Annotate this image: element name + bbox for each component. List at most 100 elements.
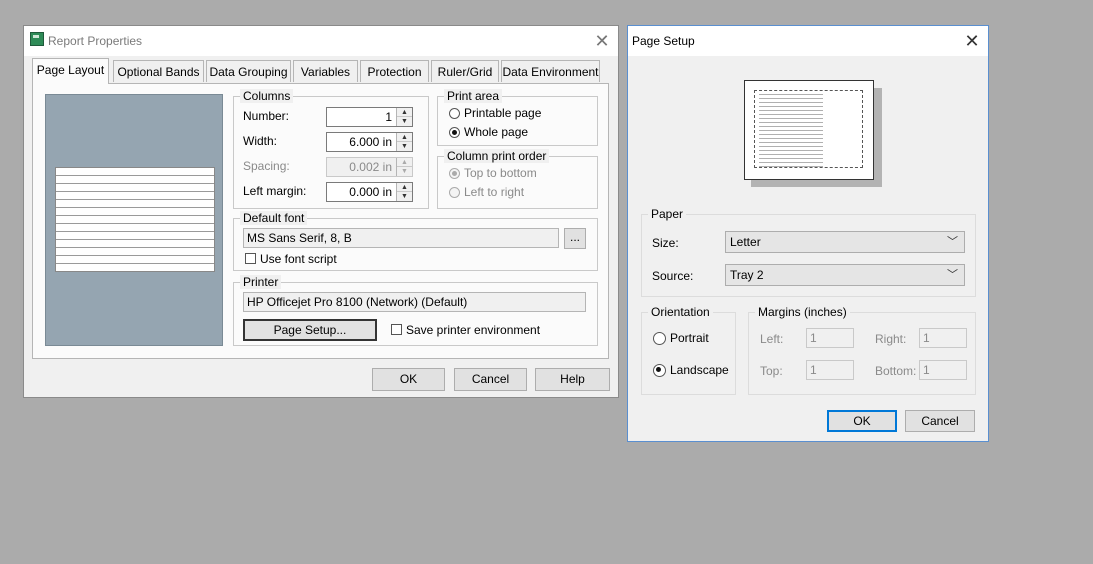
right-margin-field: 1: [919, 328, 967, 348]
right-margin-value: 1: [923, 331, 930, 345]
print-area-group: Print area Printable page Whole page: [437, 89, 598, 146]
portrait-radio[interactable]: [653, 332, 666, 345]
spacing-spinbox: 0.002 in ▲ ▼: [326, 157, 413, 177]
use-font-script-checkbox[interactable]: [245, 253, 256, 264]
size-label: Size:: [652, 236, 679, 250]
printable-page-label[interactable]: Printable page: [464, 106, 541, 120]
spin-up-icon: ▲: [397, 158, 412, 167]
cancel-button[interactable]: Cancel: [454, 368, 527, 391]
columns-group: Columns Number: 1 ▲ ▼ Width: 6.000 in ▲ ▼ …: [233, 89, 429, 209]
spin-down-icon: ▼: [401, 168, 408, 175]
top-to-bottom-label: Top to bottom: [464, 166, 537, 180]
source-label: Source:: [652, 269, 694, 283]
left-margin-field: 1: [806, 328, 854, 348]
ok-button[interactable]: OK: [372, 368, 445, 391]
spacing-spin: ▲ ▼: [396, 158, 412, 176]
width-spin: ▲ ▼: [396, 133, 412, 151]
app-icon: [30, 32, 44, 46]
landscape-label[interactable]: Landscape: [670, 363, 729, 377]
save-printer-env-label[interactable]: Save printer environment: [406, 323, 540, 337]
number-spin: ▲ ▼: [396, 108, 412, 126]
width-value: 6.000 in: [349, 135, 392, 149]
report-properties-dialog: Report Properties ✕ Page Layout Optional…: [23, 25, 619, 398]
left-to-right-label: Left to right: [464, 185, 525, 199]
width-spinbox[interactable]: 6.000 in ▲ ▼: [326, 132, 413, 152]
source-select[interactable]: Tray 2 ﹀: [725, 264, 965, 286]
spin-up-icon[interactable]: ▲: [397, 183, 412, 192]
size-select[interactable]: Letter ﹀: [725, 231, 965, 253]
printer-field: HP Officejet Pro 8100 (Network) (Default…: [243, 292, 586, 312]
preview-page: [55, 167, 215, 272]
tab-data-grouping[interactable]: Data Grouping: [206, 60, 291, 82]
dialog-title: Report Properties: [48, 34, 143, 48]
print-area-legend: Print area: [444, 89, 503, 103]
right-margin-label: Right:: [875, 332, 907, 346]
bottom-margin-label: Bottom:: [875, 364, 917, 378]
whole-page-radio[interactable]: [449, 127, 460, 138]
left-margin-value: 1: [810, 331, 817, 345]
left-to-right-radio: [449, 187, 460, 198]
margins-group: Margins (inches) Left: 1 Right: 1 Top: 1…: [748, 305, 976, 395]
chevron-down-icon: ﹀: [947, 236, 958, 248]
paper-group: Paper Size: Letter ﹀ Source: Tray 2 ﹀: [641, 207, 976, 297]
spin-up-icon[interactable]: ▲: [397, 108, 412, 117]
printable-page-radio[interactable]: [449, 108, 460, 119]
spacing-value: 0.002 in: [349, 160, 392, 174]
bottom-margin-field: 1: [919, 360, 967, 380]
left-margin-value: 0.000 in: [349, 185, 392, 199]
portrait-label[interactable]: Portrait: [670, 331, 709, 345]
top-to-bottom-radio: [449, 168, 460, 179]
default-font-value: MS Sans Serif, 8, B: [247, 231, 352, 245]
tab-ruler-grid[interactable]: Ruler/Grid: [431, 60, 499, 82]
page-preview: [744, 80, 874, 180]
page-preview-margins: [754, 90, 863, 168]
chevron-down-icon: ﹀: [947, 269, 958, 281]
tab-variables[interactable]: Variables: [293, 60, 358, 82]
spin-down-icon[interactable]: ▼: [397, 117, 412, 126]
cancel-button[interactable]: Cancel: [905, 410, 975, 432]
close-icon[interactable]: ✕: [961, 30, 983, 52]
tab-data-environment[interactable]: Data Environment: [501, 60, 600, 82]
close-icon[interactable]: ✕: [591, 30, 613, 52]
ok-button[interactable]: OK: [827, 410, 897, 432]
column-print-order-group: Column print order Top to bottom Left to…: [437, 149, 598, 209]
orientation-legend: Orientation: [648, 305, 713, 319]
default-font-group: Default font MS Sans Serif, 8, B ... Use…: [233, 211, 598, 271]
orientation-group: Orientation Portrait Landscape: [641, 305, 736, 395]
source-value: Tray 2: [730, 268, 764, 282]
bottom-margin-value: 1: [923, 363, 930, 377]
top-margin-label: Top:: [760, 364, 783, 378]
width-label: Width:: [243, 134, 278, 148]
default-font-legend: Default font: [240, 211, 308, 225]
left-margin-spin: ▲ ▼: [396, 183, 412, 201]
landscape-radio[interactable]: [653, 364, 666, 377]
left-margin-label: Left:: [760, 332, 784, 346]
top-margin-value: 1: [810, 363, 817, 377]
whole-page-label[interactable]: Whole page: [464, 125, 528, 139]
page-setup-button[interactable]: Page Setup...: [243, 319, 377, 341]
spin-up-icon[interactable]: ▲: [397, 133, 412, 142]
spin-down-icon[interactable]: ▼: [397, 192, 412, 201]
paper-legend: Paper: [648, 207, 687, 221]
columns-legend: Columns: [240, 89, 294, 103]
tab-page-layout[interactable]: Page Layout: [32, 58, 109, 84]
use-font-script-label[interactable]: Use font script: [260, 252, 337, 266]
save-printer-env-checkbox[interactable]: [391, 324, 402, 335]
tab-optional-bands[interactable]: Optional Bands: [113, 60, 204, 82]
number-spinbox[interactable]: 1 ▲ ▼: [326, 107, 413, 127]
font-browse-button[interactable]: ...: [564, 228, 586, 249]
left-margin-label: Left margin:: [243, 184, 307, 198]
title-bar: Report Properties ✕: [24, 26, 618, 56]
top-margin-field: 1: [806, 360, 854, 380]
help-button[interactable]: Help: [535, 368, 610, 391]
printer-group: Printer HP Officejet Pro 8100 (Network) …: [233, 275, 598, 346]
title-bar: Page Setup ✕: [628, 26, 988, 56]
dialog-title: Page Setup: [632, 34, 695, 48]
margins-legend: Margins (inches): [755, 305, 850, 319]
spin-down-icon[interactable]: ▼: [397, 142, 412, 151]
tab-protection[interactable]: Protection: [360, 60, 429, 82]
spacing-label: Spacing:: [243, 159, 290, 173]
column-print-order-legend: Column print order: [444, 149, 550, 163]
left-margin-spinbox[interactable]: 0.000 in ▲ ▼: [326, 182, 413, 202]
number-value: 1: [385, 110, 392, 124]
